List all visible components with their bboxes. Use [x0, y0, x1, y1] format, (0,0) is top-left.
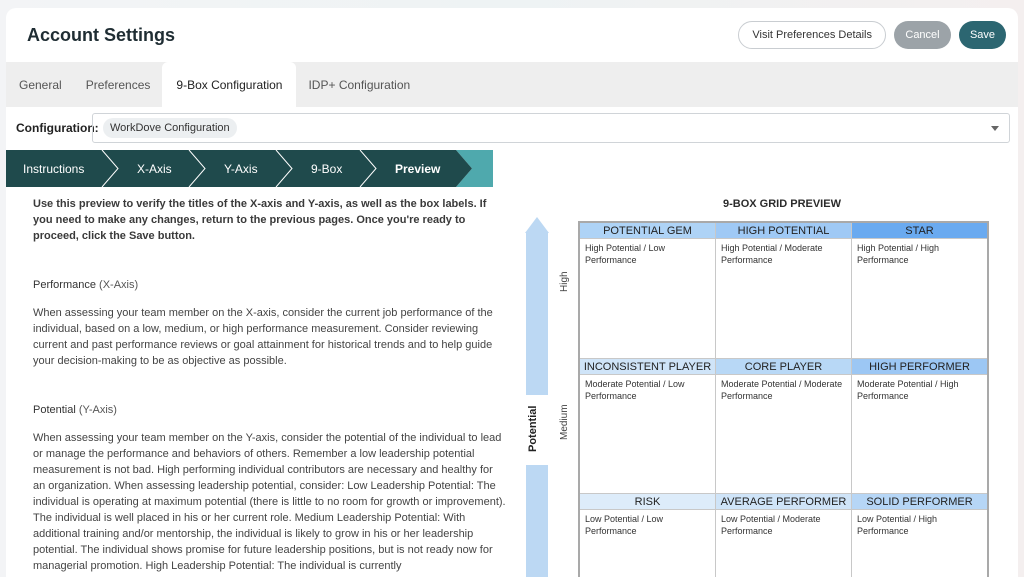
- settings-tabs: General Preferences 9-Box Configuration …: [6, 62, 1018, 107]
- grid-preview-title: 9-BOX GRID PREVIEW: [723, 198, 841, 210]
- grid-cell-description: Low Potential / Low Performance: [585, 514, 664, 536]
- performance-text: When assessing your team member on the X…: [33, 307, 493, 367]
- grid-cell-title: CORE PLAYER: [716, 359, 851, 375]
- step-breadcrumb: Instructions X-Axis Y-Axis 9-Box Preview: [6, 150, 1018, 187]
- step-instructions[interactable]: Instructions: [23, 150, 84, 187]
- grid-cell: SOLID PERFORMER Low Potential / High Perf…: [852, 494, 987, 577]
- tab-9-box-configuration[interactable]: 9-Box Configuration: [162, 62, 297, 107]
- y-axis-arrow-icon: [525, 217, 549, 577]
- grid-cell-description: High Potential / Moderate Performance: [721, 243, 823, 265]
- save-button[interactable]: Save: [959, 21, 1006, 49]
- configuration-row: Configuration: WorkDove Configuration: [6, 107, 1018, 149]
- potential-heading: Potential (Y-Axis): [33, 404, 117, 416]
- step-x-axis[interactable]: X-Axis: [137, 150, 172, 187]
- configuration-chip: WorkDove Configuration: [103, 118, 237, 138]
- grid-cell-description: Moderate Potential / Low Performance: [585, 379, 685, 401]
- step-preview[interactable]: Preview: [395, 150, 440, 187]
- grid-cell: STAR High Potential / High Performance: [852, 223, 987, 359]
- grid-cell: HIGH POTENTIAL High Potential / Moderate …: [716, 223, 852, 359]
- preview-content: Use this preview to verify the titles of…: [6, 187, 1018, 577]
- header: Account Settings Visit Preferences Detai…: [6, 8, 1018, 62]
- cancel-button[interactable]: Cancel: [894, 21, 951, 49]
- grid-cell-title: HIGH PERFORMER: [852, 359, 987, 375]
- page-title: Account Settings: [27, 24, 176, 45]
- tab-preferences[interactable]: Preferences: [74, 62, 163, 107]
- y-axis-label: Potential: [527, 405, 539, 452]
- grid-cell-title: HIGH POTENTIAL: [716, 223, 851, 239]
- grid-cell: RISK Low Potential / Low Performance: [580, 494, 716, 577]
- grid-cell-description: Low Potential / Moderate Performance: [721, 514, 821, 536]
- grid-cell-title: RISK: [580, 494, 715, 510]
- configuration-select[interactable]: WorkDove Configuration: [92, 113, 1010, 143]
- grid-cell-description: High Potential / Low Performance: [585, 243, 666, 265]
- grid-cell-description: Low Potential / High Performance: [857, 514, 938, 536]
- chevron-down-icon[interactable]: [991, 126, 999, 131]
- account-settings-card: Account Settings Visit Preferences Detai…: [6, 8, 1018, 577]
- grid-cell-title: SOLID PERFORMER: [852, 494, 987, 510]
- tab-idp-configuration[interactable]: IDP+ Configuration: [296, 62, 422, 107]
- grid-cell-description: High Potential / High Performance: [857, 243, 940, 265]
- grid-cell: HIGH PERFORMER Moderate Potential / High …: [852, 359, 987, 494]
- intro-text: Use this preview to verify the titles of…: [33, 198, 487, 242]
- step-y-axis[interactable]: Y-Axis: [224, 150, 258, 187]
- grid-cell: AVERAGE PERFORMER Low Potential / Moderat…: [716, 494, 852, 577]
- grid-cell-description: Moderate Potential / Moderate Performanc…: [721, 379, 843, 401]
- tab-general[interactable]: General: [7, 62, 74, 107]
- grid-cell: INCONSISTENT PLAYER Moderate Potential / …: [580, 359, 716, 494]
- grid-cell-title: AVERAGE PERFORMER: [716, 494, 851, 510]
- instructions-panel: Use this preview to verify the titles of…: [33, 187, 508, 574]
- grid-cell-title: INCONSISTENT PLAYER: [580, 359, 715, 375]
- step-9-box[interactable]: 9-Box: [311, 150, 342, 187]
- grid-cell: POTENTIAL GEM High Potential / Low Perfor…: [580, 223, 716, 359]
- level-high: High: [559, 271, 570, 292]
- grid-cell-title: POTENTIAL GEM: [580, 223, 715, 239]
- performance-heading: Performance (X-Axis): [33, 279, 139, 291]
- potential-text: When assessing your team member on the Y…: [33, 432, 506, 572]
- grid-cell-title: STAR: [852, 223, 987, 239]
- level-medium: Medium: [559, 404, 570, 440]
- grid-cell-description: Moderate Potential / High Performance: [857, 379, 959, 401]
- grid-cell: CORE PLAYER Moderate Potential / Moderate…: [716, 359, 852, 494]
- visit-preferences-button[interactable]: Visit Preferences Details: [738, 21, 886, 49]
- configuration-label: Configuration:: [16, 121, 99, 135]
- nine-box-grid: POTENTIAL GEM High Potential / Low Perfor…: [578, 221, 989, 577]
